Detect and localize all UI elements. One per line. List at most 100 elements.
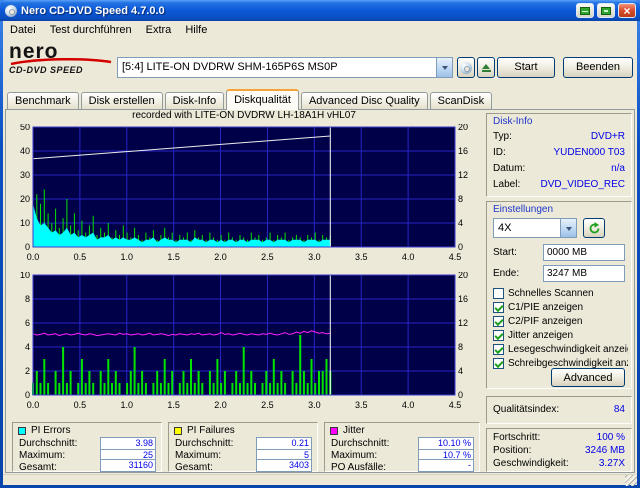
svg-text:4: 4 (25, 342, 30, 352)
title-bar[interactable]: Nero CD-DVD Speed 4.7.0.0 × (0, 0, 640, 21)
tab-diskqualitaet[interactable]: Diskqualität (226, 89, 299, 110)
info-label: Datum: (493, 163, 526, 174)
disc-info-button[interactable] (457, 57, 475, 78)
info-value: n/a (611, 163, 625, 174)
start-button[interactable]: Start (497, 57, 555, 78)
scan-end-field[interactable]: 3247 MB (543, 265, 625, 282)
svg-text:4.0: 4.0 (402, 252, 415, 262)
svg-text:1.5: 1.5 (167, 252, 180, 262)
disk-info-box: Disk-Info Typ: DVD+R ID: YUDEN000 T03 Da… (486, 113, 632, 197)
tab-scandisk[interactable]: ScanDisk (429, 92, 493, 110)
stat-label: Gesamt: (19, 462, 57, 473)
svg-text:3.5: 3.5 (355, 252, 368, 262)
green-tool-icon-1 (580, 6, 590, 15)
svg-text:1.0: 1.0 (121, 252, 134, 262)
menu-test-durchfuehren[interactable]: Test durchführen (43, 23, 139, 37)
scan-start-label: Start: (493, 247, 517, 258)
svg-text:10: 10 (20, 218, 30, 228)
scan-speed-select[interactable]: 4X (493, 218, 577, 238)
diskqualitaet-panel: recorded with LITE-ON DVDRW LH-18A1H vHL… (5, 109, 635, 473)
svg-text:8: 8 (458, 342, 463, 352)
drive-select-dropdown-button[interactable] (436, 58, 452, 77)
checkbox-icon[interactable] (493, 330, 504, 341)
info-label: Label: (493, 179, 521, 190)
tab-disk-info[interactable]: Disk-Info (164, 92, 225, 110)
tab-bar: Benchmark Disk erstellen Disk-Info Diskq… (7, 89, 494, 110)
tab-benchmark[interactable]: Benchmark (7, 92, 79, 110)
quit-button[interactable]: Beenden (563, 57, 633, 78)
resize-grip[interactable] (625, 475, 637, 486)
app-icon (4, 4, 18, 18)
menu-datei[interactable]: Datei (3, 23, 43, 37)
checkbox-icon[interactable] (493, 344, 504, 355)
svg-text:20: 20 (458, 124, 468, 132)
client-area: Datei Test durchführen Extra Hilfe nero … (3, 21, 637, 488)
advanced-button[interactable]: Advanced (551, 368, 625, 387)
checkbox-icon[interactable] (493, 288, 504, 299)
close-button[interactable]: × (618, 3, 636, 18)
progress-value: 100 % (596, 432, 625, 443)
disc-icon (460, 61, 472, 74)
refresh-icon (589, 222, 599, 234)
checkbox-label: C1/PIE anzeigen (508, 302, 584, 313)
pi-failures-jitter-chart: 10864202016128400.0 0.5 1.0 1.5 2.0 2.5 3.0 3.5… (20, 272, 468, 410)
svg-text:0: 0 (25, 242, 30, 252)
status-text (3, 480, 7, 488)
svg-text:4.5: 4.5 (449, 400, 462, 410)
scan-start-field[interactable]: 0000 MB (543, 244, 625, 261)
speed-label: Geschwindigkeit: (493, 458, 569, 469)
svg-text:12: 12 (458, 170, 468, 180)
pi-failures-legend-icon (174, 427, 182, 435)
disc-icon (5, 4, 17, 17)
svg-text:8: 8 (458, 194, 463, 204)
checkbox-icon[interactable] (493, 316, 504, 327)
eject-button[interactable] (477, 57, 495, 78)
nero-logo: nero CD-DVD SPEED (9, 41, 115, 75)
menu-extra[interactable]: Extra (139, 23, 179, 37)
checkbox-icon[interactable] (493, 302, 504, 313)
checkbox-icon[interactable] (493, 358, 504, 369)
scan-end-label: Ende: (493, 268, 520, 279)
jitter-legend-icon (330, 427, 338, 435)
svg-text:0: 0 (458, 390, 463, 400)
chart-header: recorded with LITE-ON DVDRW LH-18A1H vHL… (132, 110, 356, 121)
svg-text:2: 2 (25, 366, 30, 376)
menu-hilfe[interactable]: Hilfe (178, 23, 214, 37)
svg-text:1.0: 1.0 (121, 400, 134, 410)
stat-label: Durchschnitt: (331, 438, 390, 449)
close-icon: × (623, 3, 631, 18)
pi-errors-stats-box: PI Errors Durchschnitt: 3.98 Maximum: 25… (12, 422, 162, 473)
drive-select[interactable]: [5:4] LITE-ON DVDRW SHM-165P6S MS0P (117, 57, 453, 78)
quality-index-box: Qualitätsindex: 84 (486, 396, 632, 424)
chevron-down-icon (565, 226, 572, 234)
svg-text:50: 50 (20, 124, 30, 132)
tab-disk-erstellen[interactable]: Disk erstellen (80, 92, 163, 110)
pi-failures-stats-title: PI Failures (187, 425, 235, 436)
svg-text:30: 30 (20, 170, 30, 180)
svg-text:20: 20 (20, 194, 30, 204)
svg-text:40: 40 (20, 146, 30, 156)
drive-select-value: [5:4] LITE-ON DVDRW SHM-165P6S MS0P (122, 61, 338, 73)
tab-advanced-disc-quality[interactable]: Advanced Disc Quality (300, 92, 428, 110)
svg-text:6: 6 (25, 318, 30, 328)
svg-text:3.0: 3.0 (308, 400, 321, 410)
stat-label: PO Ausfälle: (331, 462, 387, 473)
scan-speed-dropdown-button[interactable] (560, 219, 576, 237)
quality-index-value: 84 (613, 404, 625, 415)
app-window: Nero CD-DVD Speed 4.7.0.0 × Datei Test d… (0, 0, 640, 488)
window-title: Nero CD-DVD Speed 4.7.0.0 (21, 4, 165, 17)
stat-value: 31160 (100, 459, 156, 472)
scan-speed-value: 4X (498, 222, 512, 234)
titlebar-tool-button-1[interactable] (576, 3, 594, 18)
refresh-speed-button[interactable] (583, 218, 605, 238)
progress-label: Fortschritt: (493, 432, 541, 443)
titlebar-tool-button-2[interactable] (597, 3, 615, 18)
speed-value: 3.27X (598, 458, 625, 469)
pi-errors-chart: 504030201002016128400.0 0.5 1.0 1.5 2.0 2.5 3.… (20, 124, 468, 262)
svg-text:0.5: 0.5 (74, 400, 87, 410)
info-value: YUDEN000 T03 (553, 147, 625, 158)
svg-text:2.5: 2.5 (261, 400, 274, 410)
svg-text:8: 8 (25, 294, 30, 304)
info-label: Typ: (493, 131, 512, 142)
green-tool-icon-2 (601, 6, 611, 15)
